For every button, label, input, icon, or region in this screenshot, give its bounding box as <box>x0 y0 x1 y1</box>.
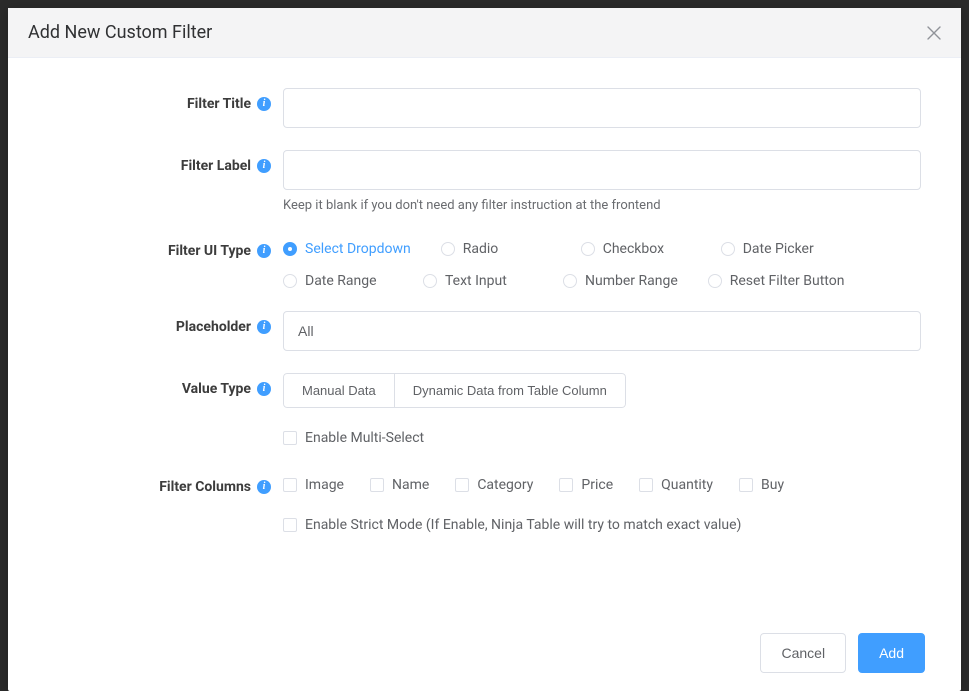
column-checkbox[interactable]: Buy <box>739 477 784 493</box>
label-text: Filter Columns <box>159 479 251 495</box>
column-checkbox[interactable]: Quantity <box>639 477 713 493</box>
column-checkbox[interactable]: Price <box>559 477 613 493</box>
checkbox-box-icon <box>559 478 573 492</box>
filter-columns-label: Filter Columns i <box>48 471 283 495</box>
radio-label: Number Range <box>585 273 678 289</box>
label-text: Placeholder <box>176 319 251 335</box>
radio-circle-icon <box>708 274 722 288</box>
ui-type-radio-checkbox[interactable]: Checkbox <box>581 241 691 257</box>
radio-circle-icon <box>563 274 577 288</box>
filter-title-label: Filter Title i <box>48 88 283 112</box>
radio-circle-icon <box>441 242 455 256</box>
label-text: Filter Label <box>181 158 251 174</box>
value-type-option[interactable]: Manual Data <box>283 373 395 408</box>
checkbox-box-icon <box>283 431 297 445</box>
label-text: Filter UI Type <box>168 243 251 259</box>
modal-body: Filter Title i Filter Label i Keep it bl… <box>8 58 961 619</box>
ui-type-radio-number_range[interactable]: Number Range <box>563 273 678 289</box>
radio-circle-icon <box>423 274 437 288</box>
info-icon[interactable]: i <box>257 320 271 334</box>
modal-title: Add New Custom Filter <box>28 22 212 43</box>
multi-select-checkbox[interactable]: Enable Multi-Select <box>283 430 424 446</box>
placeholder-label: Placeholder i <box>48 311 283 335</box>
radio-label: Text Input <box>445 273 507 289</box>
radio-circle-icon <box>721 242 735 256</box>
checkbox-label: Image <box>305 477 344 493</box>
checkbox-label: Buy <box>761 477 784 493</box>
ui-type-radio-group: Select Dropdown Radio Checkbox Date Picker D… <box>283 235 921 289</box>
filter-label-input[interactable] <box>283 150 921 190</box>
close-icon[interactable] <box>927 26 941 40</box>
add-button[interactable]: Add <box>858 633 925 673</box>
radio-label: Reset Filter Button <box>730 273 845 289</box>
checkbox-box-icon <box>370 478 384 492</box>
column-checkbox[interactable]: Name <box>370 477 429 493</box>
info-icon[interactable]: i <box>257 382 271 396</box>
ui-type-radio-date_picker[interactable]: Date Picker <box>721 241 831 257</box>
filter-ui-type-label: Filter UI Type i <box>48 235 283 259</box>
radio-label: Date Picker <box>743 241 814 257</box>
value-type-label: Value Type i <box>48 373 283 397</box>
checkbox-box-icon <box>283 478 297 492</box>
value-type-option[interactable]: Dynamic Data from Table Column <box>395 373 626 408</box>
label-text: Value Type <box>182 381 251 397</box>
strict-mode-checkbox[interactable]: Enable Strict Mode (If Enable, Ninja Tab… <box>283 517 741 533</box>
radio-label: Radio <box>463 241 499 257</box>
checkbox-label: Category <box>477 477 533 493</box>
ui-type-radio-radio[interactable]: Radio <box>441 241 551 257</box>
radio-label: Checkbox <box>603 241 664 257</box>
checkbox-label: Quantity <box>661 477 713 493</box>
radio-label: Date Range <box>305 273 377 289</box>
checkbox-box-icon <box>639 478 653 492</box>
columns-checkbox-group: Image Name Category Price Quantity Buy <box>283 471 921 493</box>
placeholder-input[interactable] <box>283 311 921 351</box>
checkbox-box-icon <box>739 478 753 492</box>
radio-circle-icon <box>283 274 297 288</box>
info-icon[interactable]: i <box>257 480 271 494</box>
label-text: Filter Title <box>187 96 251 112</box>
value-type-segmented: Manual DataDynamic Data from Table Colum… <box>283 373 626 408</box>
modal-header: Add New Custom Filter <box>8 8 961 58</box>
info-icon[interactable]: i <box>257 97 271 111</box>
checkbox-box-icon <box>455 478 469 492</box>
radio-circle-icon <box>283 242 297 256</box>
column-checkbox[interactable]: Category <box>455 477 533 493</box>
radio-label: Select Dropdown <box>305 241 411 257</box>
checkbox-label: Price <box>581 477 613 493</box>
ui-type-radio-select_dropdown[interactable]: Select Dropdown <box>283 241 411 257</box>
checkbox-label: Enable Multi-Select <box>305 430 424 446</box>
modal-footer: Cancel Add <box>8 619 961 691</box>
info-icon[interactable]: i <box>257 244 271 258</box>
cancel-button[interactable]: Cancel <box>760 633 846 673</box>
column-checkbox[interactable]: Image <box>283 477 344 493</box>
checkbox-label: Enable Strict Mode (If Enable, Ninja Tab… <box>305 517 741 533</box>
checkbox-label: Name <box>392 477 429 493</box>
ui-type-radio-date_range[interactable]: Date Range <box>283 273 393 289</box>
filter-title-input[interactable] <box>283 88 921 128</box>
info-icon[interactable]: i <box>257 159 271 173</box>
ui-type-radio-text_input[interactable]: Text Input <box>423 273 533 289</box>
filter-label-hint: Keep it blank if you don't need any filt… <box>283 198 921 213</box>
filter-label-label: Filter Label i <box>48 150 283 174</box>
checkbox-box-icon <box>283 518 297 532</box>
ui-type-radio-reset_filter[interactable]: Reset Filter Button <box>708 273 845 289</box>
add-filter-modal: Add New Custom Filter Filter Title i Fil… <box>8 8 961 691</box>
radio-circle-icon <box>581 242 595 256</box>
